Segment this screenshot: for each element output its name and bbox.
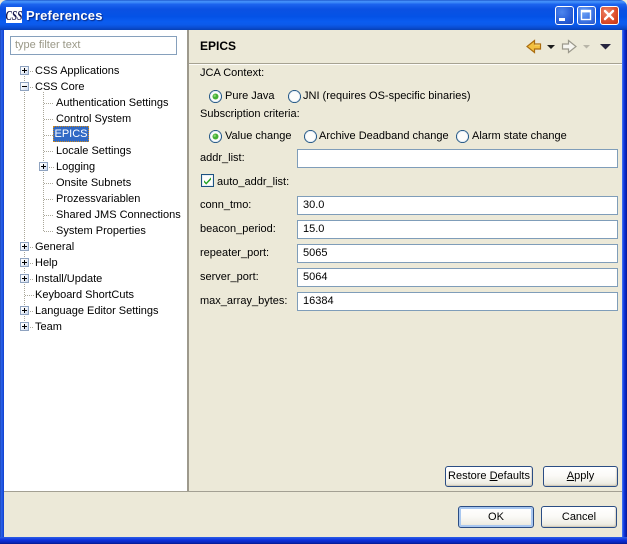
svg-text:CSS: CSS — [6, 8, 22, 23]
